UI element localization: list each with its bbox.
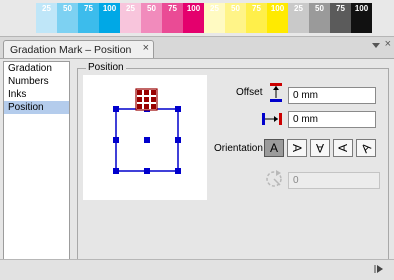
swatch-label: 100 — [270, 4, 285, 13]
orientation-rotate-left-button[interactable]: A — [333, 139, 353, 157]
swatch: 50 — [309, 3, 330, 33]
swatch-label: 100 — [354, 4, 369, 13]
orientation-glyph: A — [358, 140, 374, 156]
orientation-angled-button[interactable]: A — [356, 139, 376, 157]
sidebar-item-gradation[interactable]: Gradation — [4, 62, 69, 75]
vertical-offset-field[interactable] — [288, 87, 376, 104]
swatch: 100 — [99, 3, 120, 33]
sidebar-item-inks[interactable]: Inks — [4, 88, 69, 101]
group-label: Position — [86, 62, 126, 74]
handle-bottom-left[interactable] — [113, 168, 119, 174]
position-preview — [83, 75, 207, 200]
orientation-upside-down-button[interactable]: A — [310, 139, 330, 157]
handle-bottom-center[interactable] — [144, 168, 150, 174]
tab-title: Gradation Mark – Position — [10, 44, 132, 56]
position-group: Position Offset 0 mm 0 mm Orientation A … — [77, 62, 389, 268]
swatch: 75 — [162, 3, 183, 33]
swatch: 75 — [246, 3, 267, 33]
rotation-icon — [266, 170, 282, 187]
swatch-label: 25 — [294, 4, 303, 13]
swatch-label: 100 — [186, 4, 201, 13]
swatch: 50 — [141, 3, 162, 33]
orientation-glyph: A — [315, 141, 324, 155]
swatch: 25 — [204, 3, 225, 33]
handle-bottom-right[interactable] — [175, 168, 181, 174]
gradation-mark-panel: Gradation Mark – Position × × Gradation … — [0, 36, 394, 280]
swatch: 100 — [267, 3, 288, 33]
sidebar-item-numbers[interactable]: Numbers — [4, 75, 69, 88]
sidebar-item-position[interactable]: Position — [4, 101, 69, 114]
handle-middle-right[interactable] — [175, 137, 181, 143]
category-list: Gradation Numbers Inks Position — [3, 61, 70, 269]
swatch: 25 — [288, 3, 309, 33]
offset-label: Offset — [236, 87, 263, 98]
swatch-label: 75 — [168, 4, 177, 13]
orientation-rotate-right-button[interactable]: A — [287, 139, 307, 157]
swatch-label: 25 — [210, 4, 219, 13]
swatch-label: 100 — [102, 4, 117, 13]
swatch: 100 — [351, 3, 372, 33]
swatch: 75 — [330, 3, 351, 33]
swatch: 50 — [225, 3, 246, 33]
rotation-angle-field[interactable] — [288, 172, 380, 189]
tab-close-icon[interactable]: × — [143, 42, 149, 54]
swatch-label: 50 — [231, 4, 240, 13]
gradation-mark-icon[interactable] — [135, 88, 158, 111]
tab-gradation-mark-position[interactable]: Gradation Mark – Position × — [3, 40, 154, 58]
orientation-upright-button[interactable]: A — [264, 139, 284, 157]
swatch-label: 75 — [252, 4, 261, 13]
swatch: 25 — [120, 3, 141, 33]
color-strip: 25 50 75 100 25 50 75 100 25 50 75 100 2… — [36, 3, 372, 33]
orientation-glyph: A — [289, 143, 304, 153]
orientation-buttons: A A A A A — [264, 139, 379, 157]
swatch: 75 — [78, 3, 99, 33]
panel-close-icon[interactable]: × — [385, 38, 391, 50]
handle-middle-left[interactable] — [113, 137, 119, 143]
handle-top-right[interactable] — [175, 106, 181, 112]
orientation-label: Orientation — [214, 143, 263, 154]
orientation-glyph: A — [335, 143, 350, 153]
swatch-label: 25 — [42, 4, 51, 13]
horizontal-offset-field[interactable] — [288, 111, 376, 128]
panel-tab-bar: Gradation Mark – Position × × — [0, 37, 394, 59]
vertical-offset-icon — [270, 83, 282, 102]
horizontal-offset-icon — [262, 113, 282, 125]
handle-top-left[interactable] — [113, 106, 119, 112]
swatch-label: 25 — [126, 4, 135, 13]
swatch: 100 — [183, 3, 204, 33]
footer-play-icon[interactable] — [374, 264, 384, 274]
swatch: 50 — [57, 3, 78, 33]
swatch-label: 75 — [336, 4, 345, 13]
swatch-label: 50 — [63, 4, 72, 13]
orientation-glyph: A — [269, 141, 278, 155]
panel-footer — [0, 259, 394, 280]
position-preview-canvas — [113, 88, 181, 174]
swatch: 25 — [36, 3, 57, 33]
swatch-label: 75 — [84, 4, 93, 13]
swatch-label: 50 — [315, 4, 324, 13]
handle-center[interactable] — [144, 137, 150, 143]
panel-menu-icon[interactable] — [372, 41, 380, 49]
swatch-label: 50 — [147, 4, 156, 13]
